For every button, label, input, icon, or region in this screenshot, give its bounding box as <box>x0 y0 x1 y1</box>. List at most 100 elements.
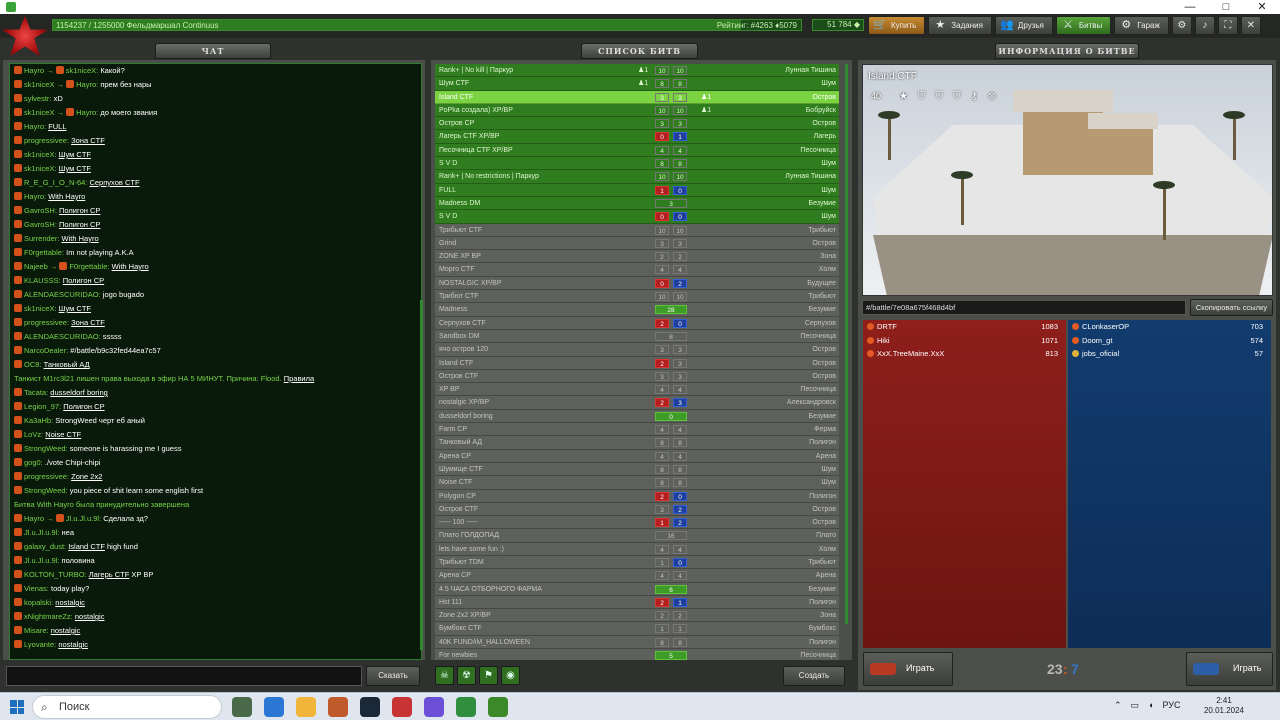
taskbar-app-icon[interactable] <box>424 697 444 717</box>
battle-link[interactable]: Танковый АД <box>44 360 90 369</box>
say-button[interactable]: Сказать <box>366 666 420 686</box>
sound-button[interactable]: ♪ <box>1194 16 1215 35</box>
taskbar-app-icon[interactable] <box>392 697 412 717</box>
create-battle-button[interactable]: Создать <box>783 666 845 686</box>
battle-link[interactable]: With Hayro <box>112 262 149 271</box>
battle-row[interactable]: XP BP 4 4 Песочница <box>435 383 839 397</box>
fullscreen-button[interactable]: ⛶ <box>1217 16 1238 35</box>
chat-scrollbar[interactable] <box>420 300 423 650</box>
battle-link[interactable]: Полигон CP <box>59 220 100 229</box>
battle-link[interactable]: nostalgic <box>51 626 81 635</box>
chat-username[interactable]: OC8: <box>24 360 42 369</box>
filter-cp-button[interactable]: ◉ <box>501 666 520 685</box>
filter-dm-button[interactable]: ☠ <box>435 666 454 685</box>
chat-username[interactable]: StrongWeed: <box>24 444 68 453</box>
chat-recipient[interactable]: F0rgettable: <box>69 262 109 271</box>
filter-ctf-button[interactable]: ⚑ <box>479 666 498 685</box>
battle-row[interactable]: Noise CTF 8 8 Шум <box>435 476 839 490</box>
battles-button[interactable]: ⚔ Битвы <box>1055 16 1112 35</box>
chat-username[interactable]: xNightmareZz: <box>24 612 73 621</box>
chat-username[interactable]: Hayro → <box>24 66 54 75</box>
chat-username[interactable]: sylvestr: <box>24 94 52 103</box>
battle-row[interactable]: ячо остров 120 3 3 Остров <box>435 343 839 357</box>
chat-username[interactable]: progressivee: <box>24 136 69 145</box>
input-language[interactable]: РУС <box>1163 700 1181 711</box>
battle-link[interactable]: Зона CTF <box>71 318 105 327</box>
battle-row[interactable]: Madness DM 3 Безумие <box>435 196 839 211</box>
battle-row[interactable]: Трибьют TDM 1 0 Трибьют <box>435 555 839 570</box>
battle-row[interactable]: lets have some fun :) 4 4 Холм <box>435 542 839 556</box>
battle-row[interactable]: Серпухов CTF 2 0 Серпухов <box>435 316 839 330</box>
taskbar-app-icon[interactable] <box>456 697 476 717</box>
chat-username[interactable]: kopalski: <box>24 598 53 607</box>
chat-recipient[interactable]: Hayro: <box>76 108 98 117</box>
battle-link[interactable]: nostalgic <box>58 640 88 649</box>
minimize-button[interactable]: — <box>1172 0 1208 14</box>
chat-username[interactable]: Hayro: <box>24 122 46 131</box>
taskbar-app-icon[interactable] <box>360 697 380 717</box>
player-row[interactable]: CLonkaserOP 703 <box>1068 320 1271 334</box>
battle-row[interactable]: Лагерь CTF XP/BP 0 1 Лагерь <box>435 130 839 144</box>
battle-link[interactable]: Полигон CP <box>59 206 100 215</box>
battle-row[interactable]: Танковый АД 8 8 Полигон <box>435 436 839 450</box>
system-clock[interactable]: 2:41 20.01.2024 <box>1200 696 1248 716</box>
player-row[interactable]: DRTF 1083 <box>863 320 1066 334</box>
battle-row[interactable]: Island CTF 2 3 Остров <box>435 356 839 370</box>
chat-username[interactable]: Misare: <box>24 626 49 635</box>
settings-button[interactable]: ⚙ <box>1171 16 1192 35</box>
battle-row[interactable]: Шум CTF ♟1 8 8 Шум <box>435 77 839 91</box>
garage-button[interactable]: ⚙ Гараж <box>1114 16 1169 35</box>
battle-link[interactable]: Лагерь CTF <box>89 570 130 579</box>
battle-link[interactable]: Zone 2x2 <box>71 472 102 481</box>
chat-username[interactable]: sk1niceX → <box>24 80 64 89</box>
battle-row[interactable]: Rank+ | No restrictions | Паркур 10 10 Лунн… <box>435 170 839 184</box>
battle-row[interactable]: Madness 28 Безумие <box>435 303 839 317</box>
taskbar-app-icon[interactable] <box>296 697 316 717</box>
filter-tdm-button[interactable]: ☢ <box>457 666 476 685</box>
chat-username[interactable]: ALENDAESCURIDAO: <box>24 290 101 299</box>
battle-row[interactable]: Hst 111 2 1 Полигон <box>435 595 839 610</box>
missions-button[interactable]: ★ Задания <box>928 16 992 35</box>
chat-username[interactable]: GavroSH: <box>24 220 57 229</box>
battle-row[interactable]: Остров CTF 3 2 Остров <box>435 502 839 517</box>
battle-row[interactable]: Арена CP 4 4 Арена <box>435 569 839 583</box>
battle-row[interactable]: Трибют CTF 10 10 Трибьют <box>435 290 839 304</box>
taskbar-app-icon[interactable] <box>488 697 508 717</box>
battle-link[interactable]: Noise CTF <box>45 430 81 439</box>
battle-row[interactable]: Grind 3 3 Остров <box>435 236 839 251</box>
battle-row[interactable]: Sandbox DM 8 Песочница <box>435 329 839 344</box>
friends-button[interactable]: 👥 Друзья <box>994 16 1053 35</box>
chat-username[interactable]: Ka3aHb: <box>24 416 53 425</box>
battle-link[interactable]: Шум CTF <box>59 150 91 159</box>
battle-row[interactable]: S V D 8 8 Шум <box>435 157 839 171</box>
player-row[interactable]: Doom_gt 574 <box>1068 334 1271 348</box>
taskbar-app-icon[interactable] <box>328 697 348 717</box>
taskbar-app-icon[interactable] <box>232 697 252 717</box>
battle-link[interactable]: dusseldorf boring <box>50 388 108 397</box>
chat-username[interactable]: Lyovante: <box>24 640 56 649</box>
chat-username[interactable]: Hayro: <box>24 192 46 201</box>
chat-username[interactable]: StrongWeed: <box>24 486 68 495</box>
battle-link-field[interactable]: #/battle/7e08a675f468d4bf <box>862 300 1186 315</box>
chat-username[interactable]: Legion_97: <box>24 402 61 411</box>
battle-row[interactable]: Шумище CTF 8 8 Шум <box>435 462 839 477</box>
battle-row[interactable]: S V D 0 0 Шум <box>435 210 839 224</box>
battle-row[interactable]: NOSTALGIC XP/BP 0 2 Будущее <box>435 276 839 291</box>
chat-username[interactable]: NarcoDealer: <box>24 346 68 355</box>
chat-recipient[interactable]: Jl.u.Jl.u.9l: <box>66 514 101 523</box>
windows-start-icon[interactable] <box>10 700 24 714</box>
battle-link[interactable]: Island CTF <box>68 542 105 551</box>
chat-username[interactable]: Vienas: <box>24 584 49 593</box>
chat-username[interactable]: gog0: <box>24 458 43 467</box>
battle-link[interactable]: Шум CTF <box>59 164 91 173</box>
battle-row[interactable]: ZONE XP BP 2 2 Зона <box>435 250 839 264</box>
chat-username[interactable]: progressivee: <box>24 318 69 327</box>
chat-messages[interactable]: Hayro → sk1niceX: Какой? sk1niceX → Hayro… <box>9 63 422 660</box>
battle-link[interactable]: Серпухов CTF <box>89 178 139 187</box>
play-blue-button[interactable]: Играть <box>1186 652 1273 686</box>
battle-row[interactable]: For newbies 5 Песочница <box>435 649 839 660</box>
battle-row[interactable]: nostalgic XP/BP 2 3 Александровск <box>435 396 839 410</box>
battle-link[interactable]: nostalgic <box>75 612 105 621</box>
buy-button[interactable]: 🛒 Купить <box>868 16 926 35</box>
chat-username[interactable]: sk1niceX: <box>24 150 57 159</box>
